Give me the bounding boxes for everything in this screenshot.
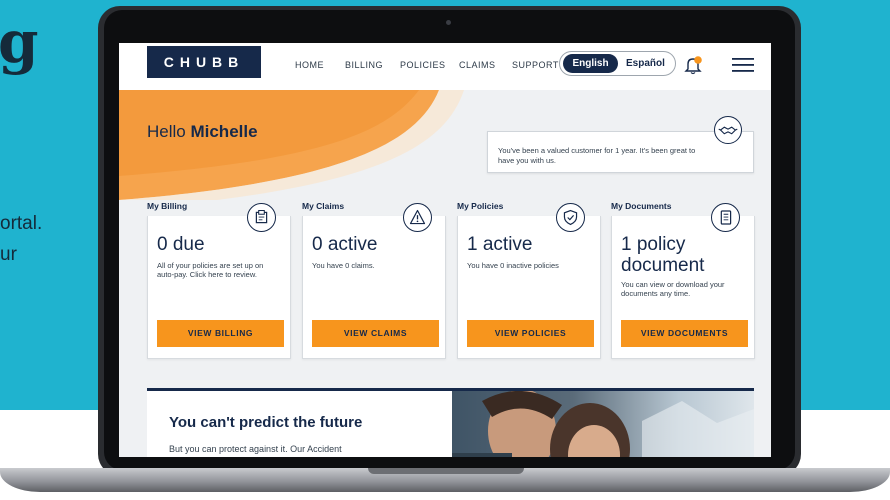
promo-title: You can't predict the future bbox=[169, 414, 363, 431]
claims-card: 0 active You have 0 claims. VIEW CLAIMS bbox=[302, 216, 446, 359]
nav-claims[interactable]: CLAIMS bbox=[459, 60, 496, 70]
side-text-line-2: ur bbox=[0, 244, 17, 265]
portal-screen: CHUBB HOME BILLING POLICIES CLAIMS SUPPO… bbox=[119, 43, 771, 457]
notification-bell-icon[interactable] bbox=[683, 55, 703, 75]
billing-summary: 0 due bbox=[157, 234, 205, 255]
side-text-line-1: ortal. bbox=[0, 213, 43, 234]
documents-card: 1 policy document You can view or downlo… bbox=[611, 216, 755, 359]
language-espanol-button[interactable]: Español bbox=[626, 55, 665, 72]
promo-text: But you can protect against it. Our Acci… bbox=[169, 444, 342, 454]
promo-photo bbox=[452, 388, 754, 457]
billing-description[interactable]: All of your policies are set up on auto-… bbox=[157, 261, 281, 279]
view-billing-button[interactable]: VIEW BILLING bbox=[157, 320, 284, 347]
loyalty-message-card: You've been a valued customer for 1 year… bbox=[487, 131, 754, 173]
shield-check-icon bbox=[556, 203, 585, 232]
card-title-billing: My Billing bbox=[147, 201, 188, 211]
language-english-button[interactable]: English bbox=[563, 54, 618, 73]
top-navigation: CHUBB HOME BILLING POLICIES CLAIMS SUPPO… bbox=[119, 43, 771, 90]
handshake-icon bbox=[714, 116, 742, 144]
billing-card: 0 due All of your policies are set up on… bbox=[147, 216, 291, 359]
policies-description: You have 0 inactive policies bbox=[467, 261, 559, 270]
nav-billing[interactable]: BILLING bbox=[345, 60, 383, 70]
promo-banner: You can't predict the future But you can… bbox=[147, 388, 454, 457]
card-title-documents: My Documents bbox=[611, 201, 672, 211]
language-toggle: English Español bbox=[559, 51, 676, 76]
claims-summary: 0 active bbox=[312, 234, 378, 255]
nav-policies[interactable]: POLICIES bbox=[400, 60, 446, 70]
policies-summary: 1 active bbox=[467, 234, 533, 255]
side-heading-fragment: g bbox=[0, 8, 39, 76]
customer-name: Michelle bbox=[190, 122, 258, 141]
warning-icon bbox=[403, 203, 432, 232]
loyalty-message-text: You've been a valued customer for 1 year… bbox=[498, 146, 696, 165]
webcam-icon bbox=[446, 20, 451, 25]
view-documents-button[interactable]: VIEW DOCUMENTS bbox=[621, 320, 748, 347]
card-title-claims: My Claims bbox=[302, 201, 345, 211]
nav-support[interactable]: SUPPORT bbox=[512, 60, 559, 70]
view-claims-button[interactable]: VIEW CLAIMS bbox=[312, 320, 439, 347]
family-photo-illustration bbox=[452, 391, 754, 457]
greeting: Hello Michelle bbox=[147, 122, 258, 141]
nav-home[interactable]: HOME bbox=[295, 60, 324, 70]
laptop-notch bbox=[368, 468, 524, 474]
policies-card: 1 active You have 0 inactive policies VI… bbox=[457, 216, 601, 359]
documents-description: You can view or download your documents … bbox=[621, 280, 725, 298]
card-title-policies: My Policies bbox=[457, 201, 504, 211]
claims-description: You have 0 claims. bbox=[312, 261, 375, 270]
document-icon bbox=[711, 203, 740, 232]
chubb-logo[interactable]: CHUBB bbox=[147, 46, 261, 78]
hamburger-menu-icon[interactable] bbox=[732, 57, 754, 73]
billing-icon bbox=[247, 203, 276, 232]
documents-summary: 1 policy document bbox=[621, 234, 705, 276]
view-policies-button[interactable]: VIEW POLICIES bbox=[467, 320, 594, 347]
